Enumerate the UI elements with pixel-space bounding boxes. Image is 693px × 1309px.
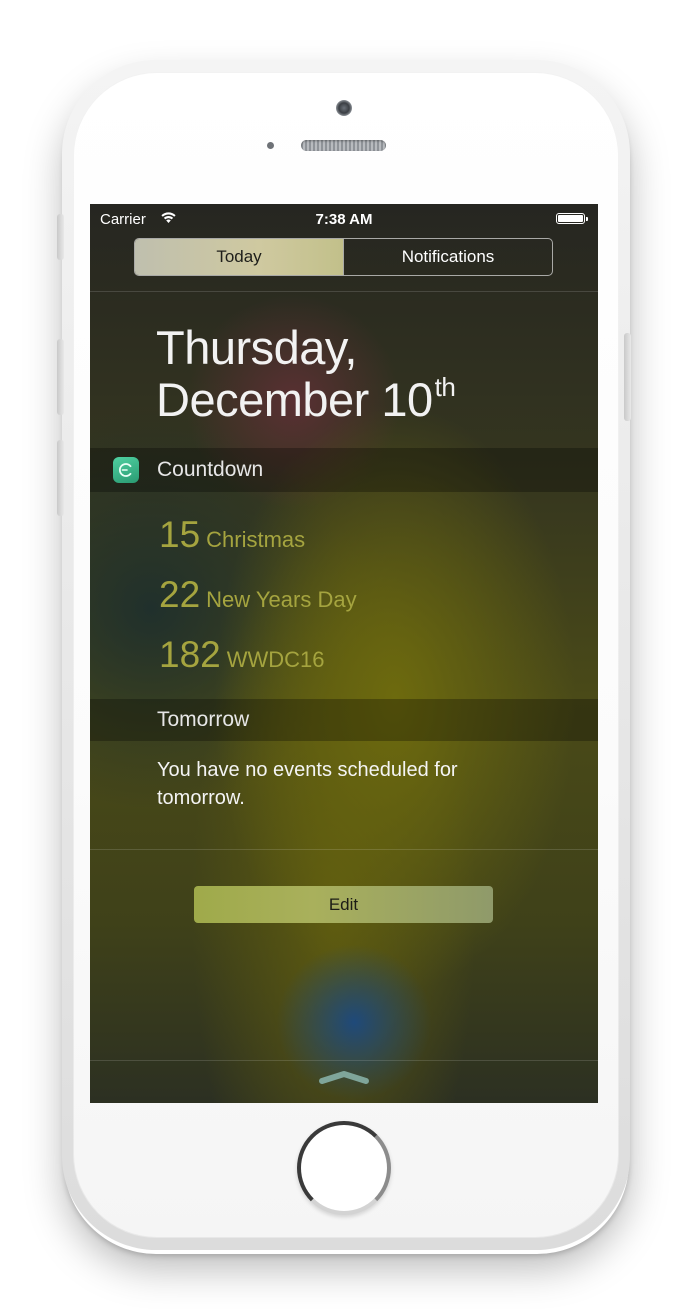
countdown-event-name: WWDC16 <box>226 647 325 672</box>
mute-switch <box>57 214 64 260</box>
countdown-app-icon <box>113 457 139 483</box>
status-bar: Carrier 7:38 AM <box>90 204 598 234</box>
home-button[interactable] <box>297 1121 391 1215</box>
countdown-event-name: Christmas <box>206 527 306 552</box>
tab-notifications[interactable]: Notifications <box>343 239 552 275</box>
proximity-sensor <box>267 142 274 149</box>
countdown-days: 15 <box>159 514 201 555</box>
edit-button[interactable]: Edit <box>194 886 493 923</box>
countdown-item[interactable]: 15 Christmas <box>159 514 305 556</box>
power-button <box>624 333 631 421</box>
tomorrow-widget-title: Tomorrow <box>157 708 250 731</box>
chevron-up-icon[interactable] <box>318 1070 370 1086</box>
date-full: December 10th <box>156 372 456 427</box>
divider <box>90 291 598 292</box>
notification-center-screen: Carrier 7:38 AM Today Notifications Thur… <box>90 204 598 1103</box>
divider <box>90 849 598 850</box>
tomorrow-events-message: You have no events scheduled for tomorro… <box>157 759 458 809</box>
volume-up-button <box>57 339 64 415</box>
front-camera <box>336 100 352 116</box>
date-ordinal-suffix: th <box>434 372 456 402</box>
countdown-widget-header[interactable]: Countdown <box>90 448 598 492</box>
battery-icon <box>556 213 588 224</box>
clock-time: 7:38 AM <box>315 211 373 228</box>
date-month-day: December 10 <box>156 373 433 426</box>
view-segmented-control: Today Notifications <box>134 238 553 276</box>
countdown-event-name: New Years Day <box>206 587 357 612</box>
divider <box>90 1060 598 1061</box>
volume-down-button <box>57 440 64 516</box>
countdown-days: 182 <box>159 634 221 675</box>
countdown-item[interactable]: 182 WWDC16 <box>159 634 325 676</box>
countdown-days: 22 <box>159 574 201 615</box>
earpiece-speaker <box>301 140 386 151</box>
tab-today[interactable]: Today <box>135 239 343 275</box>
countdown-widget-title: Countdown <box>157 458 264 481</box>
date-weekday: Thursday, <box>156 321 358 374</box>
tomorrow-widget-header[interactable]: Tomorrow <box>90 699 598 741</box>
countdown-item[interactable]: 22 New Years Day <box>159 574 357 616</box>
